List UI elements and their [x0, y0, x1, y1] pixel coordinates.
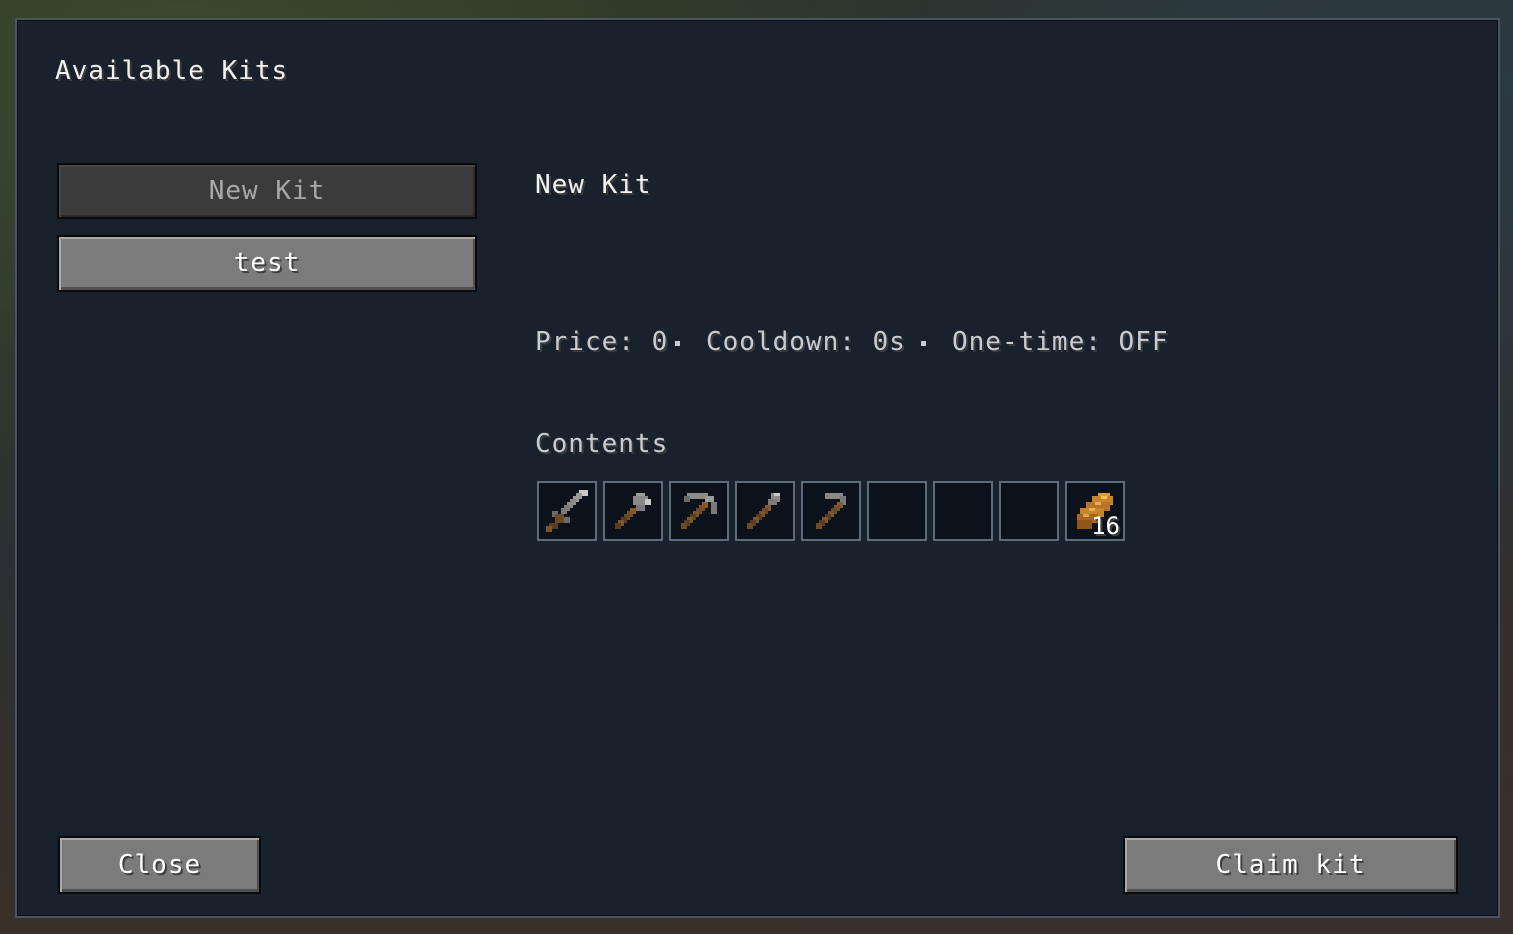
stone-axe-icon — [615, 493, 651, 529]
kits-panel — [15, 18, 1500, 918]
kit-cooldown: Cooldown: 0s — [706, 327, 906, 357]
kit-list-item-test[interactable]: test — [57, 235, 477, 292]
inventory-slot[interactable] — [801, 481, 861, 541]
separator-dot — [921, 341, 926, 346]
panel-title: Available Kits — [55, 56, 289, 86]
stone-hoe-icon — [816, 493, 846, 529]
claim-kit-button-label: Claim kit — [1215, 850, 1366, 880]
kit-list-item-label: New Kit — [208, 176, 326, 206]
stone-pickaxe-icon — [681, 493, 717, 529]
inventory-slot[interactable] — [669, 481, 729, 541]
close-button[interactable]: Close — [58, 836, 261, 894]
kit-list-item-label: test — [233, 248, 301, 278]
inventory-slot[interactable]: 16 — [1065, 481, 1125, 541]
kit-price: Price: 0 — [535, 327, 669, 357]
kit-name-heading: New Kit — [535, 170, 652, 200]
inventory-slot-empty[interactable] — [867, 481, 927, 541]
kit-one-time: One-time: OFF — [952, 327, 1169, 357]
inventory-slot-empty[interactable] — [999, 481, 1059, 541]
contents-label: Contents — [535, 429, 669, 459]
inventory-slot[interactable] — [603, 481, 663, 541]
inventory-slot[interactable] — [537, 481, 597, 541]
item-count: 16 — [1091, 512, 1120, 540]
kit-list-item-new-kit[interactable]: New Kit — [57, 163, 477, 219]
stone-shovel-icon — [747, 493, 780, 529]
close-button-label: Close — [117, 850, 202, 880]
separator-dot — [675, 341, 680, 346]
inventory-slot-empty[interactable] — [933, 481, 993, 541]
claim-kit-button[interactable]: Claim kit — [1123, 836, 1458, 894]
stone-sword-icon — [546, 490, 588, 532]
inventory-slot[interactable] — [735, 481, 795, 541]
